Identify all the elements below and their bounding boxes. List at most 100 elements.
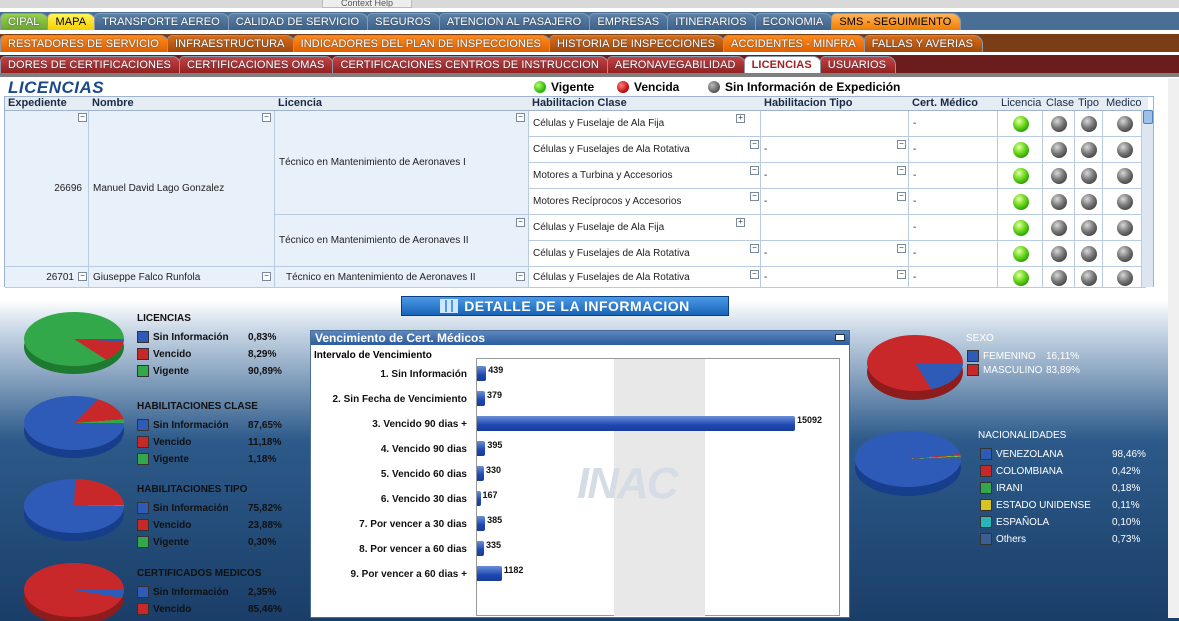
category-label: 3. Vencido 90 dias + [372,419,467,430]
tab-economia[interactable]: ECONOMIA [754,13,834,30]
legend-label: IRANI [996,482,1023,494]
collapse-icon[interactable]: − [897,140,906,149]
collapse-icon[interactable]: − [78,272,87,281]
grid-icon [440,299,459,313]
collapse-icon[interactable]: − [750,166,759,175]
legend-label: Vigente [153,453,189,465]
collapse-icon[interactable]: − [750,140,759,149]
cell-hab-clase: Células y Fuselajes de Ala Rotativa [529,267,761,288]
cell-hab-clase: Células y Fuselaje de Ala Fija [529,111,761,137]
legend-item: ESTADO UNIDENSE [980,499,1091,511]
col-cert-medico[interactable]: Cert. Médico [909,97,998,111]
legend-item: Vencido [137,436,191,448]
category-label: 2. Sin Fecha de Vencimiento [332,394,468,405]
gray-led-icon [1051,142,1067,158]
tab-sms-seguimiento[interactable]: SMS - SEGUIMIENTO [831,13,962,30]
context-help-tooltip: Context Help [322,0,412,8]
gray-dot-icon [708,81,720,93]
cell-hab-tipo: - [761,241,909,267]
gray-led-icon [1081,194,1097,210]
cell-hab-tipo: - [761,137,909,163]
collapse-icon[interactable]: − [897,244,906,253]
gray-led-icon [1116,168,1133,184]
col-hab-clase[interactable]: Habilitacion Clase [529,97,761,111]
tab-licencias[interactable]: LICENCIAS [743,56,822,73]
col-nombre[interactable]: Nombre [89,97,275,111]
tab-historia-de-inspecciones[interactable]: HISTORIA DE INSPECCIONES [548,35,726,52]
bar[interactable] [477,566,502,581]
tab-dores-de-certificaciones[interactable]: DORES DE CERTIFICACIONES [0,56,181,73]
legend-label: Vigente [153,365,189,377]
col-licencia[interactable]: Licencia [275,97,529,111]
collapse-icon[interactable]: − [750,270,759,279]
collapse-icon[interactable]: − [78,113,87,122]
legend-swatch [980,533,992,545]
licencias-grid[interactable]: Expediente Nombre Licencia Habilitacion … [4,96,1154,288]
tab-usuarios[interactable]: USUARIOS [819,56,897,73]
collapse-icon[interactable]: − [897,192,906,201]
tab-atencion-al-pasajero[interactable]: ATENCION AL PASAJERO [438,13,592,30]
scroll-thumb[interactable] [1143,110,1153,124]
legend-item: Vigente [137,536,189,548]
collapse-icon[interactable]: − [516,272,525,281]
bar[interactable] [477,366,487,381]
legend-item: ESPAÑOLA [980,516,1049,528]
tab-indicadores-del-plan-de-inspecciones[interactable]: INDICADORES DEL PLAN DE INSPECCIONES [292,35,551,52]
legend-label: MASCULINO [983,364,1043,376]
collapse-icon[interactable]: − [262,113,271,122]
tab-seguros[interactable]: SEGUROS [367,13,441,30]
tab-mapa[interactable]: MAPA [47,13,97,30]
tab-restadores-de-servicio[interactable]: RESTADORES DE SERVICIO [0,35,169,52]
grid-scrollbar[interactable] [1141,110,1153,287]
legend-item: Sin Información [137,586,229,598]
expand-icon[interactable]: + [736,114,745,123]
legend-item: Sin Información [137,502,229,514]
bar[interactable] [477,416,795,431]
tab-itinerarios[interactable]: ITINERARIOS [667,13,757,30]
col-led-medico[interactable]: Medico [1103,97,1148,111]
collapse-icon[interactable]: − [262,272,271,281]
tab-cipal[interactable]: CIPAL [0,13,50,30]
col-led-tipo[interactable]: Tipo [1075,97,1103,111]
legend-label: Vencido [153,436,192,448]
tab-transporte-aereo[interactable]: TRANSPORTE AEREO [94,13,230,30]
tab-certificaciones-centros-de-instruccion[interactable]: CERTIFICACIONES CENTROS DE INSTRUCCION [332,56,609,73]
collapse-icon[interactable]: − [750,244,759,253]
legend-pct: 23,88% [248,520,282,531]
chart-title: Vencimiento de Cert. Médicos [311,331,849,345]
tab-accidentes-minfra[interactable]: ACCIDENTES - MINFRA [723,35,866,52]
expand-icon[interactable]: + [736,218,745,227]
bar[interactable] [477,516,486,531]
legend-pct: 8,29% [248,349,277,360]
tab-fallas-y-averias[interactable]: FALLAS Y AVERIAS [863,35,984,52]
tab-calidad-de-servicio[interactable]: CALIDAD DE SERVICIO [227,13,370,30]
bar[interactable] [477,391,485,406]
legend-label: Vigente [153,536,189,548]
tab-empresas[interactable]: EMPRESAS [589,13,670,30]
tab-aeronavegabilidad[interactable]: AERONAVEGABILIDAD [606,56,746,73]
gray-led-icon [1081,269,1097,286]
collapse-icon[interactable]: − [516,218,525,227]
col-led-licencia[interactable]: Licencia [998,97,1043,111]
bar[interactable] [477,466,484,481]
pie-title: HABILITACIONES TIPO [137,484,248,495]
col-led-clase[interactable]: Clase [1043,97,1075,111]
legend-label: ESTADO UNIDENSE [996,499,1091,511]
pie-clase [24,396,124,450]
minimize-icon[interactable] [835,334,845,341]
bar[interactable] [477,541,485,556]
col-expediente[interactable]: Expediente [5,97,89,111]
pie-title: SEXO [966,333,994,344]
bar[interactable] [477,491,481,506]
tab-infraestructura[interactable]: INFRAESTRUCTURA [166,35,295,52]
bar[interactable] [477,441,486,456]
collapse-icon[interactable]: − [897,270,906,279]
tab-certificaciones-omas[interactable]: CERTIFICACIONES OMAS [178,56,335,73]
legend-pct: 75,82% [248,503,282,514]
collapse-icon[interactable]: − [516,113,525,122]
collapse-icon[interactable]: − [897,166,906,175]
legend-label: ESPAÑOLA [996,516,1050,528]
col-hab-tipo[interactable]: Habilitacion Tipo [761,97,909,111]
collapse-icon[interactable]: − [750,192,759,201]
page-scrollbar[interactable] [1168,78,1179,618]
